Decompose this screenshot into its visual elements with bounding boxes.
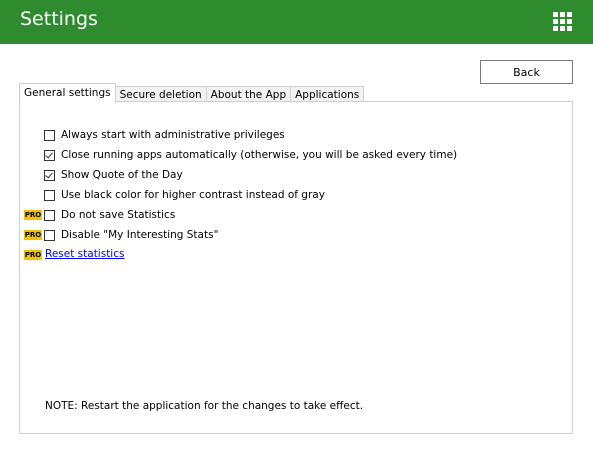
- option-label: Close running apps automatically (otherw…: [61, 149, 458, 161]
- close-running-apps-checkbox[interactable]: [44, 149, 55, 161]
- option-label: Always start with administrative privile…: [61, 129, 285, 141]
- pro-badge: PRO: [24, 230, 42, 240]
- app-grid-icon[interactable]: [553, 12, 572, 31]
- tab-general-settings[interactable]: General settings: [19, 83, 116, 103]
- pro-badge: PRO: [24, 210, 42, 220]
- black-color-checkbox[interactable]: [44, 189, 55, 201]
- admin-privileges-checkbox[interactable]: [44, 129, 55, 141]
- option-black-color[interactable]: Use black color for higher contrast inst…: [44, 188, 325, 202]
- quote-of-the-day-checkbox[interactable]: [44, 169, 55, 181]
- option-label: Use black color for higher contrast inst…: [61, 189, 325, 201]
- pro-badge: PRO: [24, 250, 42, 260]
- option-close-running-apps[interactable]: Close running apps automatically (otherw…: [44, 148, 457, 162]
- option-do-not-save-statistics[interactable]: Do not save Statistics: [44, 208, 175, 222]
- tab-bar: General settings Secure deletion About t…: [19, 83, 365, 103]
- title-bar: Settings: [0, 0, 593, 44]
- reset-statistics-link[interactable]: Reset statistics: [45, 248, 124, 260]
- option-label: Show Quote of the Day: [61, 169, 183, 181]
- back-button[interactable]: Back: [480, 60, 573, 84]
- window-title: Settings: [20, 8, 98, 30]
- restart-note: NOTE: Restart the application for the ch…: [45, 400, 364, 412]
- option-label: Disable "My Interesting Stats": [61, 229, 219, 241]
- option-admin-privileges[interactable]: Always start with administrative privile…: [44, 128, 285, 142]
- option-label: Do not save Statistics: [61, 209, 176, 221]
- option-quote-of-the-day[interactable]: Show Quote of the Day: [44, 168, 183, 182]
- do-not-save-statistics-checkbox[interactable]: [44, 209, 55, 221]
- disable-interesting-stats-checkbox[interactable]: [44, 229, 55, 241]
- option-disable-interesting-stats[interactable]: Disable "My Interesting Stats": [44, 228, 218, 242]
